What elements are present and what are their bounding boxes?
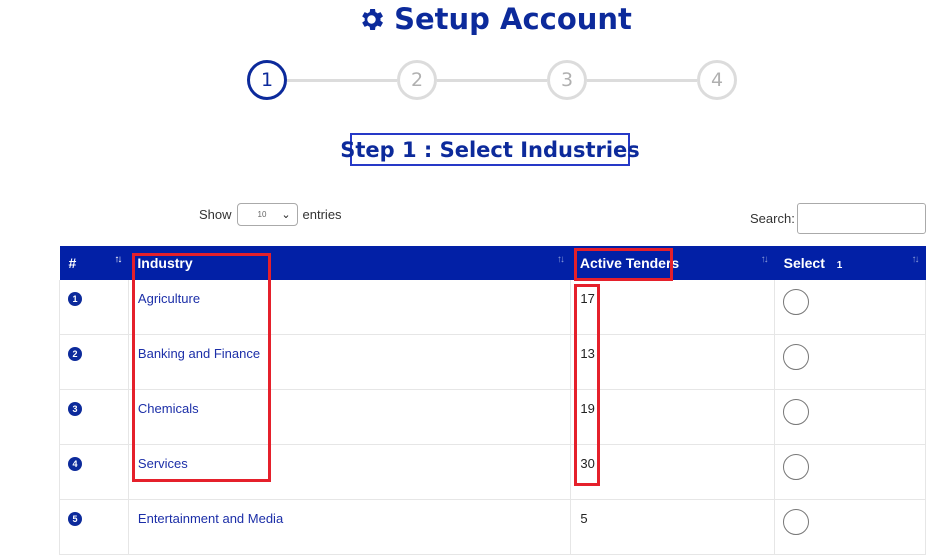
entries-select[interactable]: 10 ⌄	[236, 203, 298, 226]
active-tenders-count: 13	[580, 345, 595, 361]
select-radio[interactable]	[783, 289, 810, 315]
table-row: 1 Agriculture 17	[59, 280, 926, 334]
page-title: Setup Account	[0, 2, 939, 36]
page-title-text: Setup Account	[394, 2, 632, 36]
progress-stepper: 1 2 3 4	[247, 60, 739, 100]
step-2[interactable]: 2	[397, 60, 437, 100]
show-label: Show	[199, 207, 232, 222]
step-1[interactable]: 1	[247, 60, 287, 100]
industry-name[interactable]: Agriculture	[138, 291, 200, 306]
stepper-connector	[287, 79, 397, 82]
step-heading: Step 1 : Select Industries	[340, 133, 640, 166]
sort-icon: ↑↓	[114, 254, 122, 265]
industry-name[interactable]: Services	[138, 456, 188, 471]
table-header-row: # ↑↓ Industry ↑↓ Active Tenders ↑↓ Selec…	[59, 246, 926, 280]
column-header-active-tenders[interactable]: Active Tenders ↑↓	[571, 246, 775, 280]
column-header-industry[interactable]: Industry ↑↓	[128, 246, 570, 280]
column-header-number[interactable]: # ↑↓	[60, 246, 129, 280]
table-row: 2 Banking and Finance 13	[59, 334, 926, 389]
active-tenders-count: 17	[580, 291, 595, 306]
row-number-badge: 4	[68, 456, 82, 471]
active-tenders-count: 30	[580, 455, 595, 471]
sort-icon: ↑↓	[760, 254, 769, 265]
entries-select-value: 10	[257, 210, 267, 219]
select-radio[interactable]	[783, 343, 810, 370]
select-radio[interactable]	[783, 398, 810, 425]
row-number-badge: 2	[68, 346, 82, 361]
sort-icon: ↑↓	[911, 254, 920, 265]
step-4[interactable]: 4	[697, 60, 737, 100]
entries-label: entries	[302, 207, 342, 222]
sort-icon: ↑↓	[556, 254, 565, 265]
industry-name[interactable]: Banking and Finance	[138, 346, 260, 361]
industries-table: # ↑↓ Industry ↑↓ Active Tenders ↑↓ Selec…	[59, 246, 926, 555]
page-length-control: Show 10 ⌄ entries	[199, 203, 342, 226]
industry-name[interactable]: Chemicals	[138, 401, 199, 416]
chevron-down-icon: ⌄	[281, 209, 291, 221]
row-number-badge: 5	[68, 511, 82, 526]
gear-icon	[362, 8, 384, 30]
stepper-connector	[437, 79, 547, 82]
search-input[interactable]	[797, 203, 926, 234]
active-tenders-count: 5	[580, 510, 588, 526]
industry-name[interactable]: Entertainment and Media	[138, 511, 283, 526]
active-tenders-count: 19	[580, 400, 595, 416]
select-radio[interactable]	[783, 508, 810, 535]
table-row: 3 Chemicals 19	[59, 389, 926, 444]
table-row: 5 Entertainment and Media 5	[59, 499, 926, 554]
select-radio[interactable]	[783, 453, 810, 480]
selected-count: 1	[836, 260, 843, 271]
row-number-badge: 1	[68, 292, 82, 306]
search-label: Search:	[750, 211, 795, 226]
step-3[interactable]: 3	[547, 60, 587, 100]
table-row: 4 Services 30	[59, 444, 926, 499]
row-number-badge: 3	[68, 401, 82, 416]
column-header-select[interactable]: Select 1 ↑↓	[775, 246, 926, 280]
stepper-connector	[587, 79, 697, 82]
